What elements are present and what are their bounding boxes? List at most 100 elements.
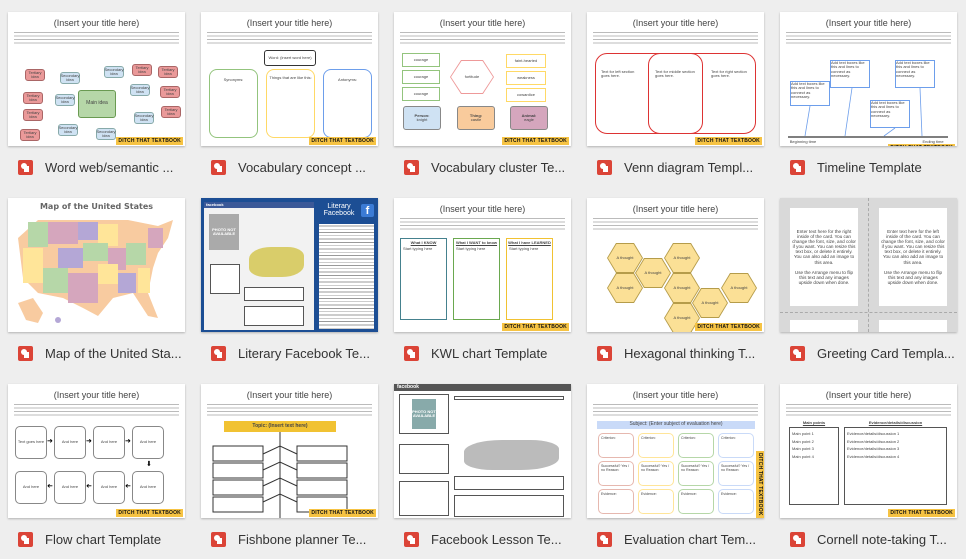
thumbnail[interactable]: (Insert your title here) Topic: (Insert … <box>201 384 378 518</box>
ditch-that-textbook-badge: DITCH THAT TEXTBOOK <box>888 144 955 146</box>
hex-label: A thought <box>608 244 642 272</box>
file-card-cornell-notes[interactable]: (Insert your title here) Main points Evi… <box>780 384 957 554</box>
file-card-vocabulary-concept[interactable]: (Insert your title here) Word: (insert w… <box>201 12 378 182</box>
evaluation-cell: Successful? Yes / no Reason: <box>718 461 754 486</box>
file-label[interactable]: Fishbone planner Te... <box>201 527 381 551</box>
file-card-fishbone-planner[interactable]: (Insert your title here) Topic: (Insert … <box>201 384 378 554</box>
thumbnail[interactable]: facebook PHOTO NOT AVAILABLE Literary Fa… <box>201 198 378 332</box>
evaluation-cell: Evidence: <box>598 489 634 514</box>
file-label[interactable]: Timeline Template <box>780 155 960 179</box>
file-label[interactable]: Evaluation chart Tem... <box>587 527 767 551</box>
file-label[interactable]: Word web/semantic ... <box>8 155 188 179</box>
file-label[interactable]: KWL chart Template <box>394 341 574 365</box>
arrow-down-icon: ⬇ <box>146 461 152 468</box>
instructions-text <box>786 403 951 417</box>
timeline-box: Add text boxes like this and lines to co… <box>790 81 830 106</box>
synonym-box: courage <box>402 70 440 84</box>
file-card-vocabulary-cluster[interactable]: (Insert your title here) courage courage… <box>394 12 571 182</box>
thumbnail[interactable]: (Insert your title here) A thought A tho… <box>587 198 764 332</box>
thumbnail[interactable]: facebook PHOTO NOT AVAILABLE <box>394 384 571 518</box>
thumbnail[interactable]: (Insert your title here) courage courage… <box>394 12 571 146</box>
instructions-text <box>14 31 179 45</box>
thumbnail[interactable]: (Insert your title here) What I KNOW Star… <box>394 198 571 332</box>
flow-step: And here <box>132 471 164 504</box>
file-card-venn-diagram[interactable]: (Insert your title here) Text for left s… <box>587 12 764 182</box>
file-label[interactable]: Hexagonal thinking T... <box>587 341 767 365</box>
file-name: Hexagonal thinking T... <box>624 345 756 361</box>
file-card-literary-facebook[interactable]: facebook PHOTO NOT AVAILABLE Literary Fa… <box>201 198 378 368</box>
hex-label: fortitude <box>451 61 493 93</box>
main-points-box: Main point 1 Main point 2 Main point 3 Main… <box>789 427 839 505</box>
thumbnail[interactable]: Enter text here for the right inside of … <box>780 198 957 332</box>
instructions-text <box>400 217 565 231</box>
groups-box <box>399 481 449 516</box>
thumbnail[interactable]: (Insert your title here) Word: (insert w… <box>201 12 378 146</box>
instructions-text <box>319 224 374 329</box>
file-label[interactable]: Facebook Lesson Te... <box>394 527 574 551</box>
flow-step: And here <box>54 471 86 504</box>
secondary-node: Secondary idea <box>55 94 75 106</box>
slides-icon <box>211 159 226 175</box>
file-label[interactable]: Venn diagram Templ... <box>587 155 767 179</box>
placeholder: Start typing here <box>509 246 539 251</box>
file-label[interactable]: Greeting Card Templa... <box>780 341 960 365</box>
file-card-hexagonal-thinking[interactable]: (Insert your title here) A thought A tho… <box>587 198 764 368</box>
arrow-left-icon: ➜ <box>47 483 53 490</box>
evidence-item: Evidence/details/discussion 4 <box>847 453 900 459</box>
file-card-evaluation-chart[interactable]: (Insert your title here) Subject: (Enter… <box>587 384 764 554</box>
instructions-text <box>14 403 179 417</box>
evaluation-cell: Criterion: <box>598 433 634 458</box>
thumbnail[interactable]: (Insert your title here) Main points Evi… <box>780 384 957 518</box>
file-card-us-map[interactable]: Map of the United States Map of the Unit… <box>8 198 185 368</box>
antonym-box: cowardice <box>506 88 546 102</box>
thumbnail[interactable]: (Insert your title here) Add text boxes … <box>780 12 957 146</box>
file-card-timeline[interactable]: (Insert your title here) Add text boxes … <box>780 12 957 182</box>
wall-box <box>244 306 304 326</box>
ditch-that-textbook-badge: DITCH THAT TEXTBOOK <box>502 323 569 331</box>
file-card-kwl-chart[interactable]: (Insert your title here) What I KNOW Star… <box>394 198 571 368</box>
file-name: Vocabulary cluster Te... <box>431 159 566 175</box>
file-label[interactable]: Flow chart Template <box>8 527 188 551</box>
instructions-text <box>593 403 758 417</box>
slide-title: (Insert your title here) <box>632 204 719 214</box>
file-card-greeting-card[interactable]: Enter text here for the right inside of … <box>780 198 957 368</box>
timeline-box: Add text boxes like this and lines to co… <box>870 100 910 128</box>
word-box: Word: (insert word here) <box>264 50 316 66</box>
main-point: Main point 1 <box>792 431 814 436</box>
flow-step: And here <box>132 426 164 459</box>
file-label[interactable]: Vocabulary cluster Te... <box>394 155 574 179</box>
thumbnail[interactable]: (Insert your title here) Main idea Secon… <box>8 12 185 146</box>
synonym-box: courage <box>402 53 440 67</box>
file-card-flow-chart[interactable]: (Insert your title here) Text goes here … <box>8 384 185 554</box>
friends-box <box>399 444 449 474</box>
hexagon: A thought <box>635 258 671 288</box>
profile-photo: PHOTO NOT AVAILABLE <box>412 399 436 429</box>
file-label[interactable]: Map of the United Sta... <box>8 341 188 365</box>
thumbnail[interactable]: (Insert your title here) Text goes here … <box>8 384 185 518</box>
tertiary-node: Tertiary idea <box>161 106 181 118</box>
thumbnail[interactable]: (Insert your title here) Subject: (Enter… <box>587 384 764 518</box>
file-label[interactable]: Vocabulary concept ... <box>201 155 381 179</box>
antonyms-box: Antonyms: <box>323 69 372 138</box>
arrow-left-icon: ➜ <box>125 483 131 490</box>
placeholder: Start typing here <box>456 246 486 251</box>
text: Enter text here for the left inside of t… <box>881 229 945 265</box>
fold-line <box>780 312 957 313</box>
file-name: Facebook Lesson Te... <box>431 531 562 547</box>
evaluation-cell: Criterion: <box>638 433 674 458</box>
slide-title: (Insert your title here) <box>53 18 140 28</box>
animal-box: Animal: eagle <box>510 106 548 130</box>
kwl-want-column: What I WANT to know Start typing here <box>453 238 500 320</box>
file-card-word-web[interactable]: (Insert your title here) Main idea Secon… <box>8 12 185 182</box>
hexagon: A thought <box>664 273 700 303</box>
thumbnail[interactable]: Map of the United States <box>8 198 185 332</box>
education-box <box>454 476 564 490</box>
text: Use the Arrange menu to flip this text a… <box>794 269 854 285</box>
wall-box <box>454 495 564 517</box>
file-label[interactable]: Literary Facebook Te... <box>201 341 381 365</box>
ditch-that-textbook-badge: DITCH THAT TEXTBOOK <box>756 451 764 518</box>
file-label[interactable]: Cornell note-taking T... <box>780 527 960 551</box>
file-card-facebook-lesson[interactable]: facebook PHOTO NOT AVAILABLE Facebook Le… <box>394 384 571 554</box>
arrow-left-icon: ➜ <box>86 483 92 490</box>
thumbnail[interactable]: (Insert your title here) Text for left s… <box>587 12 764 146</box>
